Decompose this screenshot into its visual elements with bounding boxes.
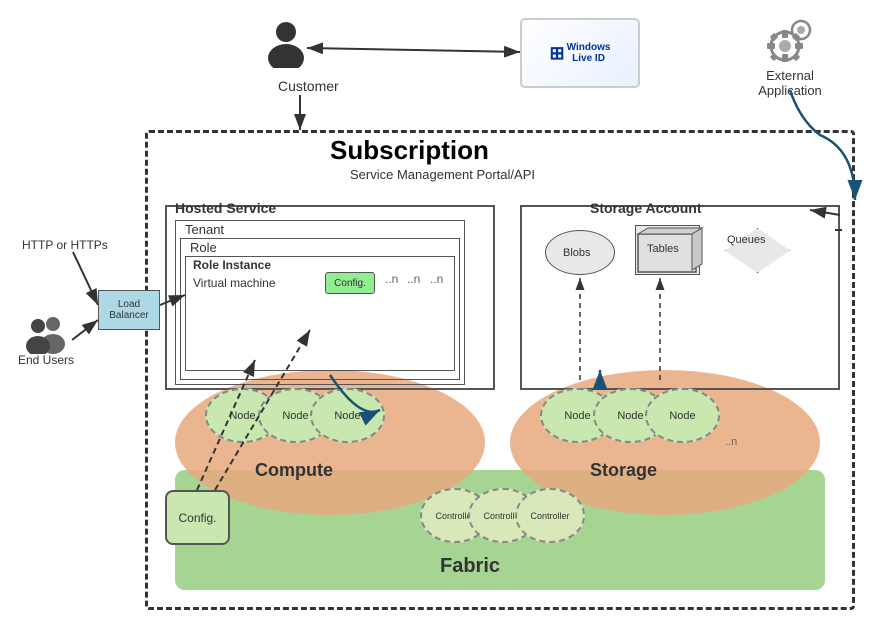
customer-icon	[265, 20, 307, 78]
queues-label: Queues	[727, 234, 766, 246]
tenant-label: Tenant	[185, 222, 224, 237]
storage-account-label: Storage Account	[590, 200, 702, 216]
config-cylinder: Config.	[165, 490, 230, 545]
windows-live-id-box: ⊞ WindowsLive ID	[520, 18, 640, 88]
role-instance-label: Role Instance	[193, 258, 271, 272]
subscription-title: Subscription	[330, 135, 489, 166]
load-balancer-label: Load Balancer	[99, 299, 159, 321]
blobs-label: Blobs	[563, 247, 591, 259]
hosted-service-label: Hosted Service	[175, 200, 276, 216]
windows-flag-icon: ⊞	[550, 43, 565, 64]
node-compute-3: Node	[310, 388, 385, 443]
customer-label: Customer	[278, 78, 339, 94]
controller-3: Controller	[515, 488, 585, 543]
tables-label: Tables	[647, 243, 679, 255]
dotted-n2-label: ..n	[407, 272, 420, 286]
service-mgmt-label: Service Management Portal/API	[350, 167, 535, 182]
end-users-label: End Users	[18, 353, 74, 367]
vm-label: Virtual machine	[193, 276, 276, 290]
dotted-n1-label: ..n	[385, 272, 398, 286]
diagram: Fabric Compute Storage Subscription Serv…	[0, 0, 893, 632]
config-button-label: Config.	[334, 278, 366, 289]
node-storage-3: Node	[645, 388, 720, 443]
role-label: Role	[190, 240, 217, 255]
dotted-n3-label: ..n	[430, 272, 443, 286]
external-app-label: External Application	[745, 68, 835, 98]
node-n-label: ..n	[725, 436, 737, 448]
windows-live-id-label: WindowsLive ID	[567, 42, 611, 64]
config-cylinder-label: Config.	[178, 511, 216, 525]
load-balancer: Load Balancer	[98, 290, 160, 330]
http-label: HTTP or HTTPs	[22, 238, 108, 252]
config-button: Config.	[325, 272, 375, 294]
